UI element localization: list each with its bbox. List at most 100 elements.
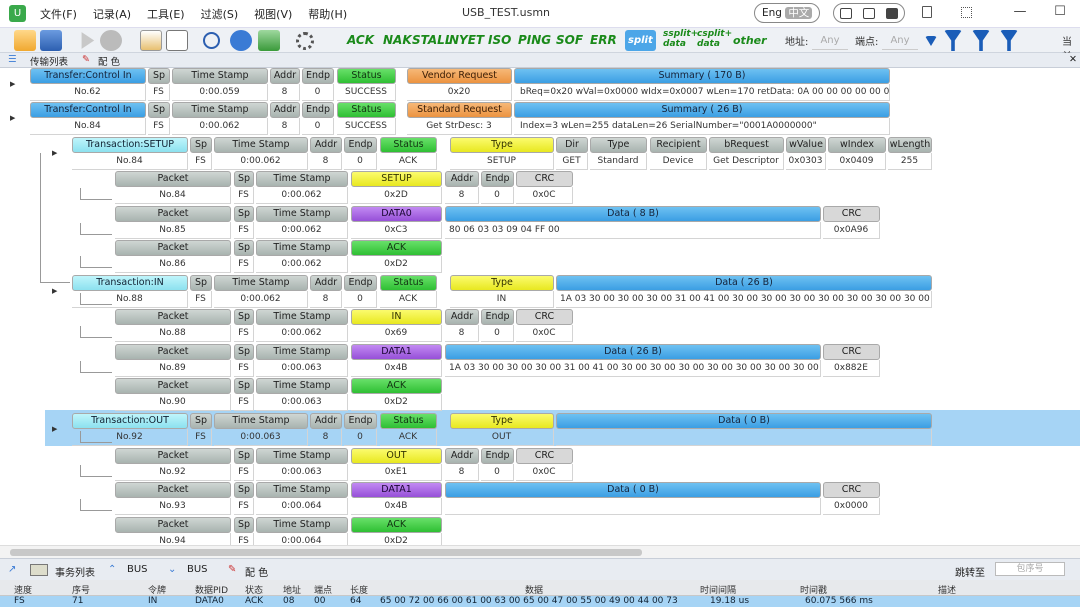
pid-header[interactable]: DATA1	[351, 344, 442, 360]
wlength-header[interactable]: wLength	[888, 137, 932, 153]
sp-header[interactable]: Sp	[234, 482, 254, 498]
filter-icon[interactable]	[944, 30, 962, 51]
wvalue-header[interactable]: wValue	[786, 137, 826, 153]
layout-split-icon[interactable]	[839, 7, 852, 19]
pid-header[interactable]: ACK	[351, 378, 442, 394]
status-header[interactable]: Status	[337, 102, 396, 118]
col-header[interactable]: 端点	[314, 583, 332, 596]
addr-header[interactable]: Addr	[310, 275, 342, 291]
endp-input[interactable]: Any	[882, 31, 918, 50]
sp-header[interactable]: Sp	[148, 102, 170, 118]
sp-header[interactable]: Sp	[234, 240, 254, 256]
summary-header[interactable]: Summary ( 26 B)	[514, 102, 890, 118]
pid-header[interactable]: DATA1	[351, 482, 442, 498]
col-header[interactable]: 令牌	[148, 583, 166, 596]
addr-header[interactable]: Addr	[270, 68, 300, 84]
col-header[interactable]: 序号	[72, 583, 90, 596]
packet-header[interactable]: Packet	[115, 206, 231, 222]
horizontal-scrollbar[interactable]	[0, 545, 1080, 558]
pid-header[interactable]: IN	[351, 309, 442, 325]
timestamp-header[interactable]: Time Stamp	[256, 240, 348, 256]
menu-file[interactable]: 文件(F)	[40, 6, 77, 22]
addr-header[interactable]: Addr	[310, 137, 342, 153]
filter-err-button[interactable]: ERR	[590, 30, 617, 51]
col-header[interactable]: 时间戳	[800, 583, 827, 596]
sp-header[interactable]: Sp	[234, 448, 254, 464]
timestamp-header[interactable]: Time Stamp	[256, 448, 348, 464]
timestamp-header[interactable]: Time Stamp	[256, 378, 348, 394]
timestamp-header[interactable]: Time Stamp	[172, 102, 268, 118]
sp-header[interactable]: Sp	[190, 413, 212, 429]
data-icon[interactable]	[230, 30, 252, 51]
event-table-row[interactable]: FS 71 IN DATA0 ACK 08 00 64 65 00 72 00 66 00 61…	[0, 596, 1080, 607]
col-header[interactable]: 数据	[525, 583, 543, 596]
transaction-label[interactable]: Transaction:SETUP	[72, 137, 188, 153]
type-header[interactable]: Type	[450, 275, 554, 291]
summary-header[interactable]: Summary ( 170 B)	[514, 68, 890, 84]
packet-header[interactable]: Packet	[115, 171, 231, 187]
timestamp-header[interactable]: Time Stamp	[172, 68, 268, 84]
tab-event-list[interactable]: 事务列表	[55, 564, 95, 579]
timestamp-header[interactable]: Time Stamp	[214, 275, 308, 291]
crc-header[interactable]: CRC	[823, 344, 880, 360]
sp-header[interactable]: Sp	[234, 309, 254, 325]
transfer-label[interactable]: Transfer:Control In	[30, 102, 146, 118]
data-header[interactable]: Data ( 0 B)	[556, 413, 932, 429]
filter-stall-button[interactable]: STALL	[412, 30, 452, 51]
transfer-label[interactable]: Transfer:Control In	[30, 68, 146, 84]
tab-color[interactable]: 配 色	[98, 54, 120, 68]
sp-header[interactable]: Sp	[234, 517, 254, 533]
col-header[interactable]: 数据PID	[195, 583, 228, 596]
pid-header[interactable]: SETUP	[351, 171, 442, 187]
maximize-button[interactable]: ☐	[1040, 4, 1080, 19]
data-header[interactable]: Data ( 26 B)	[556, 275, 932, 291]
scroll-thumb[interactable]	[10, 549, 642, 556]
col-header[interactable]: 描述	[938, 583, 956, 596]
lang-en[interactable]: Eng	[762, 7, 782, 19]
timestamp-header[interactable]: Time Stamp	[256, 344, 348, 360]
col-header[interactable]: 地址	[283, 583, 301, 596]
packet-header[interactable]: Packet	[115, 448, 231, 464]
filter-nyet-button[interactable]: NYET	[449, 30, 484, 51]
search-icon[interactable]	[203, 32, 220, 49]
packet-header[interactable]: Packet	[115, 309, 231, 325]
language-toggle[interactable]: Eng 中文	[754, 3, 820, 23]
endp-header[interactable]: Endp	[481, 448, 514, 464]
crc-header[interactable]: CRC	[516, 171, 573, 187]
layout-top-icon[interactable]	[862, 7, 875, 19]
endp-header[interactable]: Endp	[481, 171, 514, 187]
status-header[interactable]: Status	[380, 413, 437, 429]
stop-icon[interactable]	[100, 30, 122, 51]
setup-type-header[interactable]: Type	[590, 137, 647, 153]
filter-ping-button[interactable]: PING	[518, 30, 551, 51]
status-header[interactable]: Status	[380, 275, 437, 291]
addr-header[interactable]: Addr	[445, 171, 479, 187]
sp-header[interactable]: Sp	[190, 137, 212, 153]
settings-icon[interactable]	[296, 32, 314, 50]
addr-header[interactable]: Addr	[270, 102, 300, 118]
crc-header[interactable]: CRC	[823, 206, 880, 222]
expand-transfer-toggle[interactable]: ▶	[10, 80, 15, 88]
status-header[interactable]: Status	[380, 137, 437, 153]
filter-other-button[interactable]: other	[733, 30, 767, 51]
status-header[interactable]: Status	[337, 68, 396, 84]
timestamp-header[interactable]: Time Stamp	[214, 137, 308, 153]
minimize-button[interactable]: —	[1000, 4, 1040, 19]
col-header[interactable]: 速度	[14, 583, 32, 596]
sp-header[interactable]: Sp	[234, 344, 254, 360]
close-tab-icon[interactable]: ✕	[1069, 54, 1077, 65]
pid-header[interactable]: ACK	[351, 517, 442, 533]
timestamp-header[interactable]: Time Stamp	[256, 309, 348, 325]
packet-number-input[interactable]: 包序号	[995, 562, 1065, 576]
endp-header[interactable]: Endp	[344, 413, 377, 429]
advanced-filter-icon[interactable]	[1000, 30, 1018, 51]
addr-header[interactable]: Addr	[445, 309, 479, 325]
filter-csplit-button[interactable]: csplit+ data	[697, 29, 732, 50]
col-header[interactable]: 时间间隔	[700, 583, 736, 596]
recipient-header[interactable]: Recipient	[650, 137, 707, 153]
tab-transfer-list[interactable]: 传输列表	[30, 54, 68, 68]
packet-header[interactable]: Packet	[115, 344, 231, 360]
addr-input[interactable]: Any	[812, 31, 848, 50]
expand-transfer-toggle[interactable]: ▶	[10, 114, 15, 122]
dropdown-chevron-icon[interactable]	[925, 36, 937, 46]
